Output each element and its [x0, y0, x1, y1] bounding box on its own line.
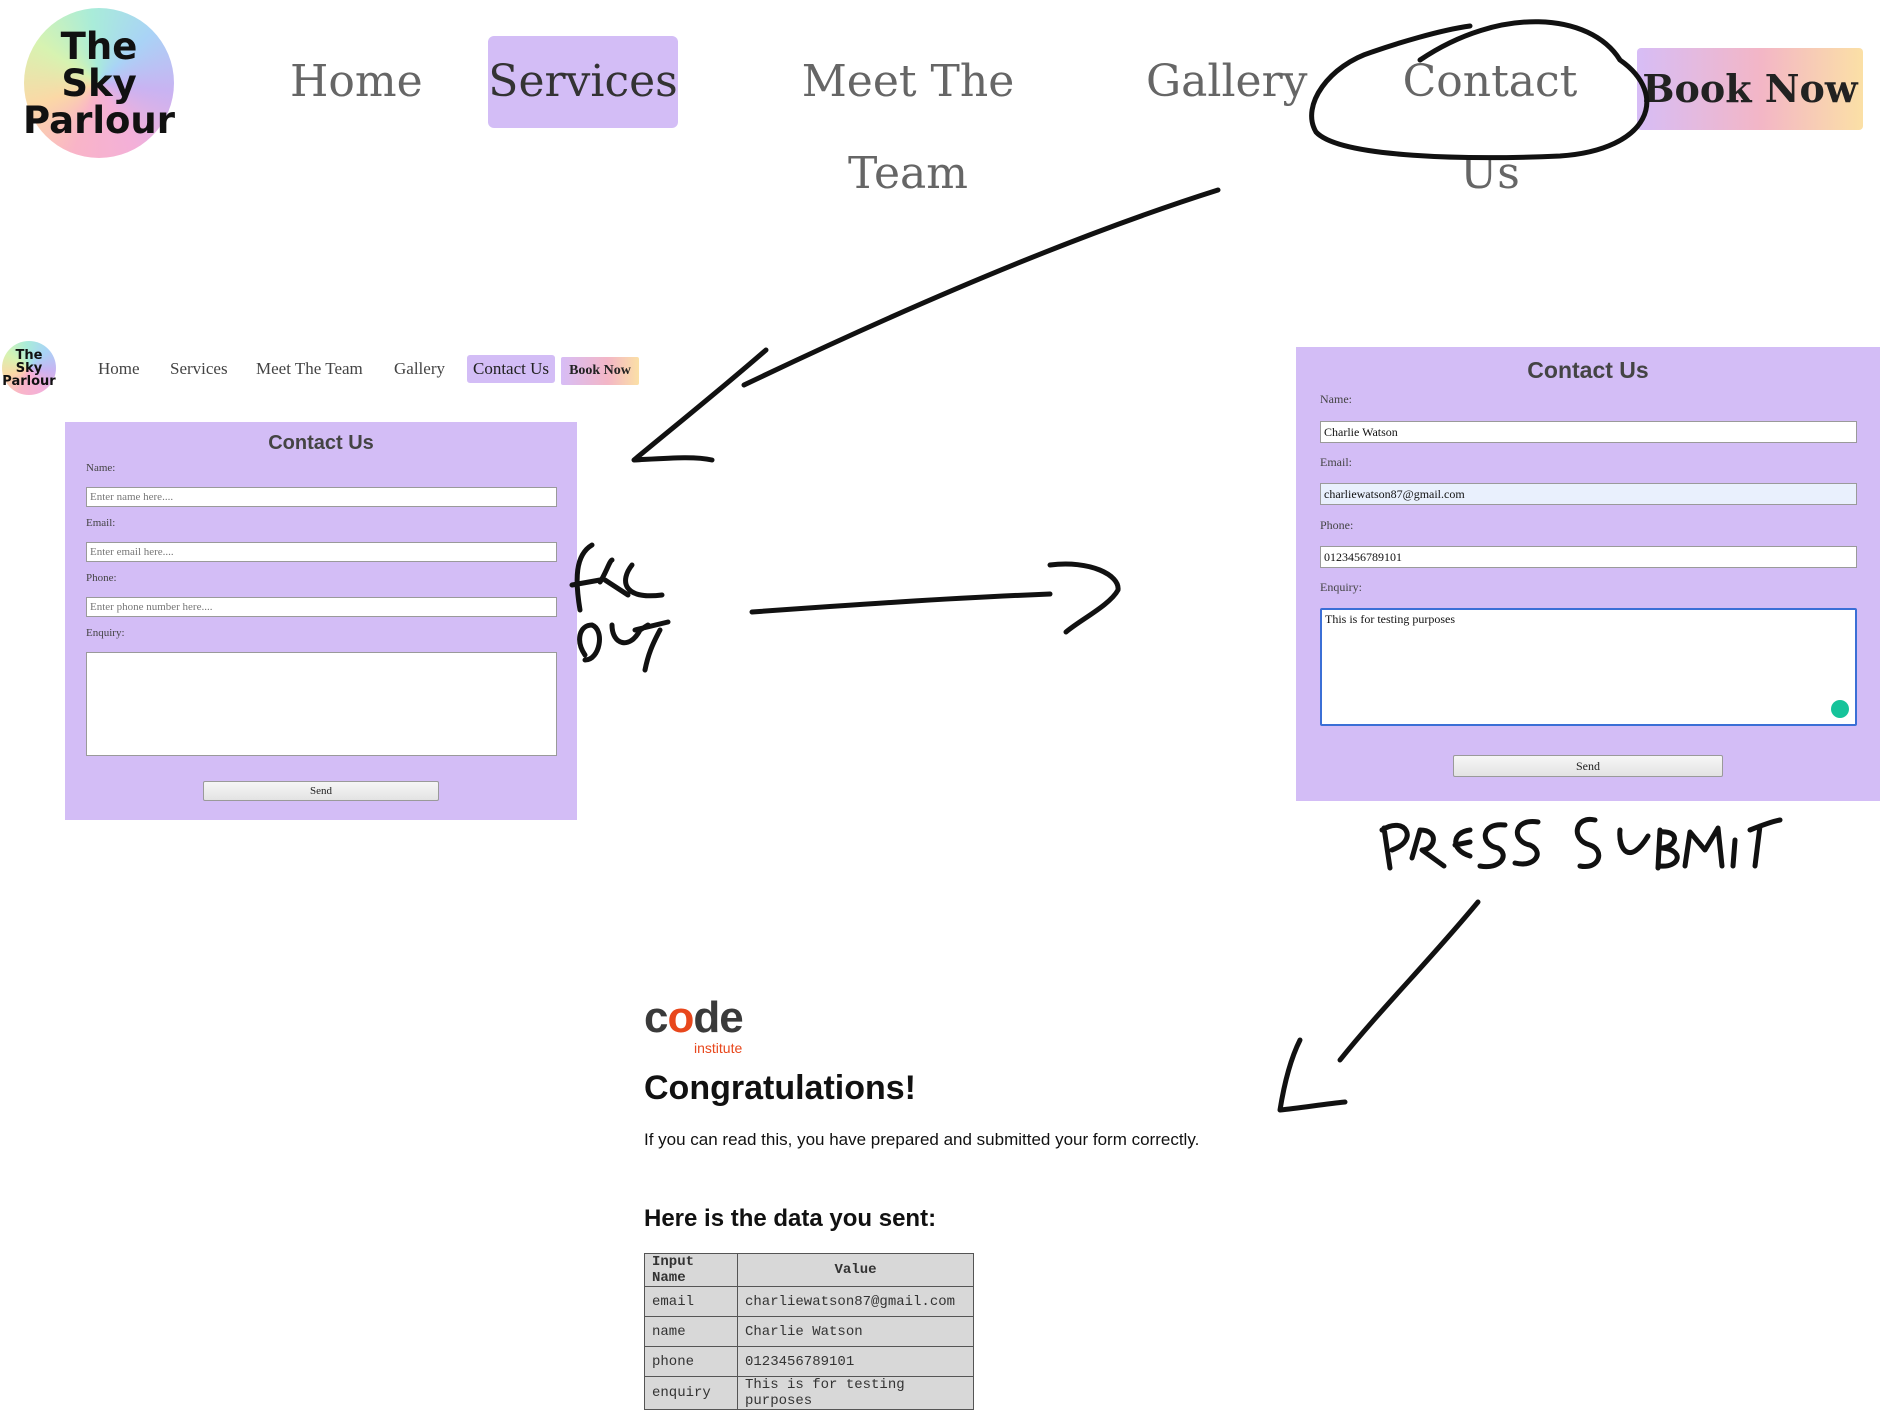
arrowhead-2 [1277, 1037, 1348, 1113]
arrow-down-left-2 [1337, 899, 1481, 1063]
table-cell-key: email [644, 1286, 738, 1317]
grammar-check-icon[interactable] [1831, 700, 1849, 718]
phone-label: Phone: [1320, 518, 1354, 532]
email-input[interactable]: charliewatson87@gmail.com [1320, 483, 1857, 505]
nav-contact-us-large[interactable]: Contact Us [1370, 36, 1610, 199]
table-header-value: Value [737, 1253, 974, 1287]
arrowhead-1 [631, 347, 769, 463]
phone-input[interactable]: 0123456789101 [1320, 546, 1857, 568]
code-logo-word: code [644, 993, 744, 1042]
form-title: Contact Us [268, 432, 374, 454]
logo-line-2: Parlour [2, 373, 56, 389]
enquiry-textarea[interactable] [86, 652, 557, 756]
code-logo-subtitle: institute [694, 1040, 743, 1056]
contact-form-empty: Contact Us Name: Enter name here.... Ema… [65, 422, 577, 820]
nav-services-large[interactable]: Services [488, 36, 678, 128]
send-button[interactable]: Send [203, 781, 439, 801]
enquiry-label: Enquiry: [1320, 580, 1362, 594]
table-cell-key: phone [644, 1346, 738, 1377]
enquiry-label: Enquiry: [86, 627, 125, 639]
table-cell-value: This is for testing purposes [737, 1376, 974, 1410]
data-heading: Here is the data you sent: [644, 1205, 937, 1232]
arrow-down-left-1 [741, 187, 1221, 388]
phone-label: Phone: [86, 572, 117, 584]
table-cell-value: 0123456789101 [737, 1346, 974, 1377]
nav-meet-the-team-large[interactable]: Meet The Team [748, 36, 1068, 199]
table-row: name Charlie Watson [644, 1316, 974, 1347]
table-cell-key: name [644, 1316, 738, 1347]
book-now-button[interactable]: Book Now [561, 357, 639, 385]
phone-input[interactable]: Enter phone number here.... [86, 597, 557, 617]
congrats-message: If you can read this, you have prepared … [644, 1130, 1200, 1149]
name-input[interactable]: Charlie Watson [1320, 421, 1857, 443]
nav-gallery-large[interactable]: Gallery [1146, 36, 1307, 128]
table-row: email charliewatson87@gmail.com [644, 1286, 974, 1317]
contact-form-filled: Contact Us Name: Charlie Watson Email: c… [1296, 347, 1880, 801]
name-label: Name: [1320, 392, 1352, 406]
submitted-data-table: Input Name Value email charliewatson87@g… [644, 1253, 974, 1410]
logo-large[interactable]: The Sky Parlour [22, 8, 176, 158]
logo-small[interactable]: The Sky Parlour [2, 341, 56, 395]
arrow-right [749, 561, 1121, 635]
table-header-row: Input Name Value [644, 1253, 974, 1287]
form-title: Contact Us [1527, 357, 1649, 383]
fill-out-text-mark [569, 542, 671, 673]
logo-line-1: The Sky [15, 347, 43, 376]
nav-services[interactable]: Services [170, 355, 228, 383]
code-institute-logo: code institute [644, 993, 744, 1057]
congrats-heading: Congratulations! [644, 1069, 916, 1107]
nav-home-large[interactable]: Home [290, 36, 423, 128]
table-row: enquiry This is for testing purposes [644, 1376, 974, 1410]
email-input[interactable]: Enter email here.... [86, 542, 557, 562]
table-header-input-name: Input Name [644, 1253, 738, 1287]
email-label: Email: [1320, 455, 1352, 469]
press-submit-text-mark [1379, 816, 1783, 871]
logo-line-1: The Sky [60, 24, 138, 105]
table-cell-value: charliewatson87@gmail.com [737, 1286, 974, 1317]
name-label: Name: [86, 462, 116, 474]
logo-line-2: Parlour [22, 98, 176, 142]
send-button[interactable]: Send [1453, 755, 1723, 777]
enquiry-text: This is for testing purposes [1325, 612, 1455, 626]
book-now-button-large[interactable]: Book Now [1637, 48, 1863, 130]
code-logo-accent-letter: o [667, 993, 694, 1042]
nav-home[interactable]: Home [98, 355, 140, 383]
nav-gallery[interactable]: Gallery [394, 355, 445, 383]
nav-contact-us[interactable]: Contact Us [467, 355, 556, 383]
table-row: phone 0123456789101 [644, 1346, 974, 1377]
name-input[interactable]: Enter name here.... [86, 487, 557, 507]
table-cell-value: Charlie Watson [737, 1316, 974, 1347]
nav-meet-the-team[interactable]: Meet The Team [256, 355, 363, 383]
email-label: Email: [86, 517, 116, 529]
code-logo-text: code [644, 993, 744, 1042]
table-cell-key: enquiry [644, 1376, 738, 1410]
enquiry-textarea[interactable]: This is for testing purposes [1320, 608, 1857, 726]
